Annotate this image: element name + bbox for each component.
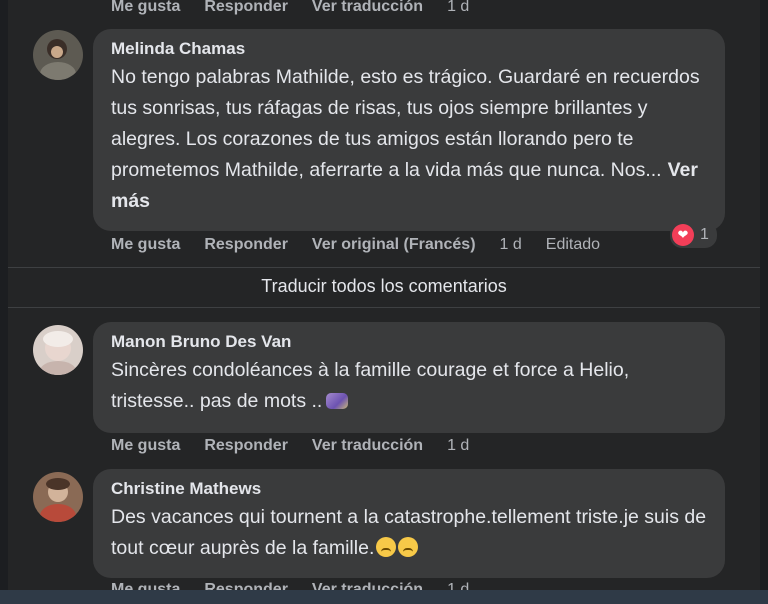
timestamp[interactable]: 1 d [447, 0, 469, 16]
comment-text: No tengo palabras Mathilde, esto es trág… [111, 62, 711, 217]
avatar[interactable] [33, 472, 83, 522]
edited-label[interactable]: Editado [546, 236, 600, 254]
comment-author[interactable]: Manon Bruno Des Van [111, 332, 711, 352]
comment-actions: Me gusta Responder Ver original (Francés… [111, 236, 624, 254]
translate-button[interactable]: Ver traducción [312, 0, 423, 16]
sad-face-emoji-icon [376, 537, 397, 557]
comment-body: Sincères condoléances à la famille coura… [111, 359, 630, 412]
like-button[interactable]: Me gusta [111, 236, 180, 254]
reply-button[interactable]: Responder [204, 0, 288, 16]
translate-button[interactable]: Ver traducción [312, 437, 423, 455]
divider [8, 267, 760, 268]
divider [8, 307, 760, 308]
window-bottom-bar [0, 590, 768, 604]
see-original-button[interactable]: Ver original (Francés) [312, 236, 476, 254]
avatar[interactable] [33, 325, 83, 375]
sparkles-emoji-icon [326, 393, 349, 409]
reply-button[interactable]: Responder [204, 236, 288, 254]
avatar[interactable] [33, 30, 83, 80]
comment-text: Sincères condoléances à la famille coura… [111, 355, 711, 417]
like-button[interactable]: Me gusta [111, 437, 180, 455]
comment-bubble: Melinda Chamas No tengo palabras Mathild… [93, 29, 725, 231]
comment-bubble: Christine Mathews Des vacances qui tourn… [93, 469, 725, 578]
translate-all-button[interactable]: Traducir todos los comentarios [0, 276, 768, 297]
heart-icon: ❤ [672, 224, 694, 246]
timestamp[interactable]: 1 d [447, 437, 469, 455]
reaction-count: 1 [700, 226, 709, 243]
comment-bubble: Manon Bruno Des Van Sincères condoléance… [93, 322, 725, 433]
comment-actions: Me gusta Responder Ver traducción 1 d [111, 0, 493, 16]
like-button[interactable]: Me gusta [111, 0, 180, 16]
comment-author[interactable]: Christine Mathews [111, 479, 711, 499]
sad-face-emoji-icon [398, 537, 419, 557]
comment-actions: Me gusta Responder Ver traducción 1 d [111, 437, 493, 455]
reaction-summary[interactable]: ❤ 1 [670, 222, 717, 248]
reply-button[interactable]: Responder [204, 437, 288, 455]
comment-author[interactable]: Melinda Chamas [111, 39, 711, 59]
timestamp[interactable]: 1 d [500, 236, 522, 254]
comment-text: Des vacances qui tournent a la catastrop… [111, 502, 711, 564]
comment-body: No tengo palabras Mathilde, esto es trág… [111, 66, 700, 181]
